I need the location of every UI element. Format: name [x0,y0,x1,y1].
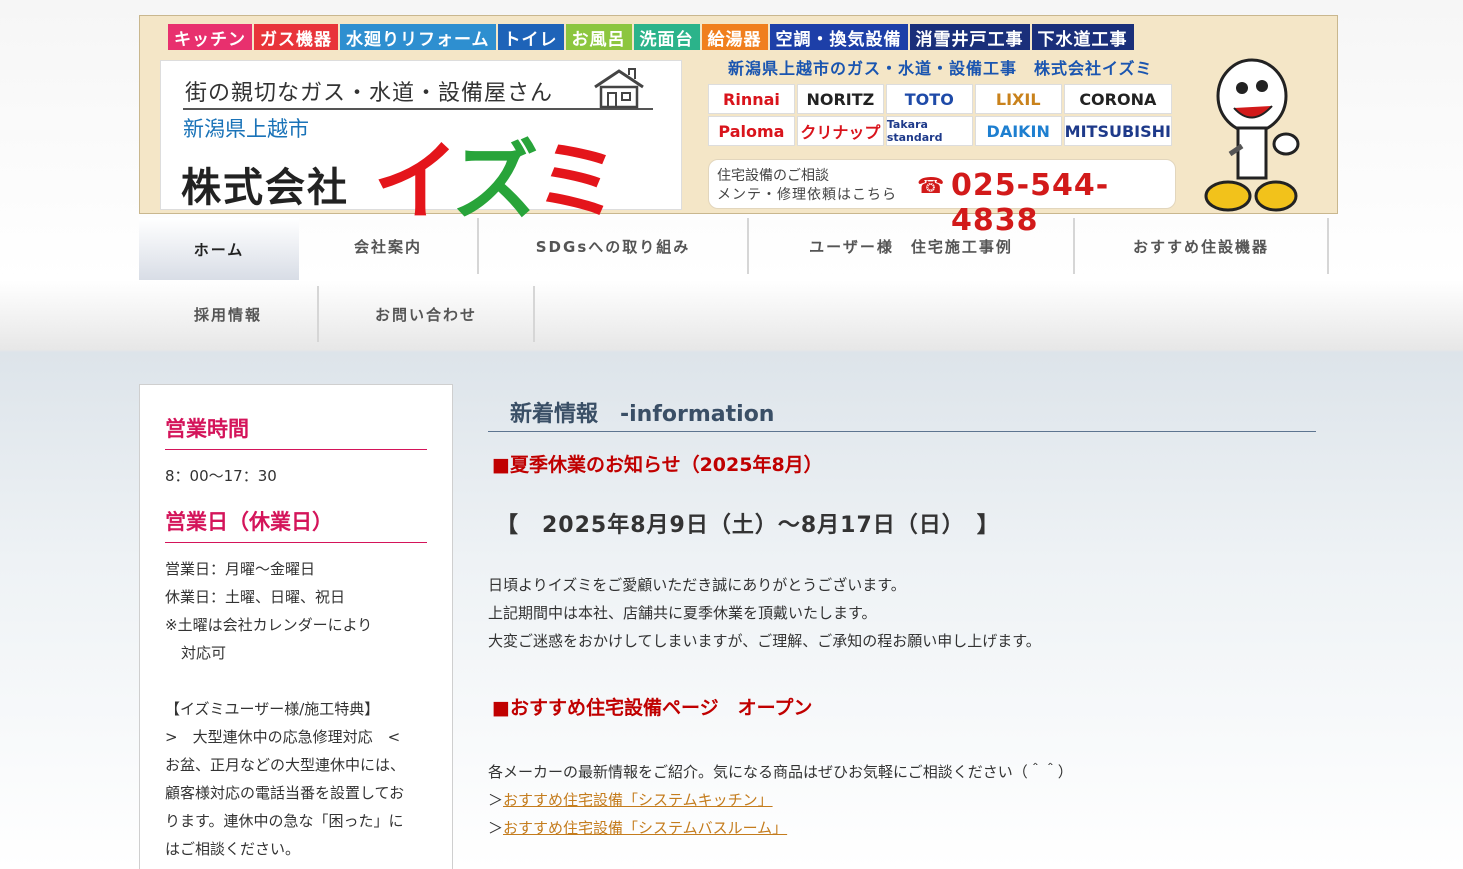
category-link[interactable]: 給湯器 [701,24,768,50]
nav-item[interactable]: 採用情報 [139,286,319,342]
brand-logo[interactable]: CORONA [1063,84,1172,114]
category-bar: キッチン ガス機器 水廻りリフォーム トイレ お風呂 洗面台 給湯器 空調・換気設備 消雪井戸工… [168,24,1134,50]
hours-heading: 営業時間 [165,413,427,450]
perk-text: ります。連休中の急な「困った」に [165,812,404,830]
perk-text: お盆、正月などの大型連休中には、 [165,756,406,774]
category-link[interactable]: 下水道工事 [1031,24,1134,50]
brand-logo[interactable]: DAIKIN [974,116,1062,146]
news-body: 大変ご迷惑をおかけしてしまいますが、ご理解、ご承知の程お願い申し上げます。 [488,632,1041,650]
link-row: ＞おすすめ住宅設備「システムバスルーム」 [488,819,788,837]
nav-item[interactable]: お問い合わせ [319,286,535,342]
category-link[interactable]: お風呂 [565,24,632,50]
saturday-note-cont: 対応可 [181,644,227,662]
brand-logo[interactable]: TOTO [885,84,973,114]
contact-box[interactable]: 住宅設備のご相談 メンテ・修理依頼はこちら ☎ 025-544-4838 [708,159,1176,238]
open-days: 営業日：月曜〜金曜日 [165,560,316,578]
category-link[interactable]: 洗面台 [633,24,700,50]
brand-logo[interactable]: MITSUBISHI [1063,116,1172,146]
closed-days: 休業日：土曜、日曜、祝日 [165,588,346,606]
contact-line2: メンテ・修理依頼はこちら [717,187,897,203]
brand-logo[interactable]: NORITZ [796,84,884,114]
phone-icon: ☎ [917,174,945,199]
region-label: 新潟県上越市 [183,117,309,141]
brand-logo[interactable]: LIXIL [974,84,1062,114]
holiday-dates: 【 2025年8月9日（土）〜8月17日（日） 】 [496,513,1000,538]
brand-grid: Rinnai NORITZ TOTO LIXIL CORONA Paloma クリナップ Ta… [708,84,1172,146]
news-body: 各メーカーの最新情報をご紹介。気になる商品はぜひお気軽にご相談ください（＾＾） [488,763,1073,781]
nav-item[interactable]: 会社案内 [299,218,479,274]
banner-subtitle: 新潟県上越市のガス・水道・設備工事 株式会社イズミ [728,59,1153,78]
nav-item[interactable]: SDGsへの取り組み [479,218,749,274]
tagline-divider [183,108,653,110]
brand-logo[interactable]: Rinnai [708,84,795,114]
category-link[interactable]: 水廻りリフォーム [340,24,496,50]
perk-title: 【イズミユーザー様/施工特典】 [165,700,380,718]
nav-item[interactable]: おすすめ住設機器 [1075,218,1329,274]
perk-text: はご相談ください。 [165,840,301,858]
logo-box[interactable]: 街の親切なガス・水道・設備屋さん 新潟県上越市 株式会社 イズミ [160,60,682,232]
category-link[interactable]: キッチン [168,24,252,50]
mascot-icon [1204,58,1300,212]
category-link[interactable]: 消雪井戸工事 [909,24,1030,50]
news-title-equipment: ■おすすめ住宅設備ページ オープン [492,697,813,719]
sidebar: 営業時間 8：00〜17：30 営業日（休業日） 営業日：月曜〜金曜日 休業日：… [139,384,453,869]
main-nav-row2: 採用情報 お問い合わせ [139,286,535,342]
link-row: ＞おすすめ住宅設備「システムキッチン」 [488,791,773,809]
main-content: 新着情報 -information ■夏季休業のお知らせ（2025年8月） 【 … [488,396,1316,842]
corp-label: 株式会社 [181,165,349,211]
category-link[interactable]: トイレ [497,24,564,50]
saturday-note: ※土曜は会社カレンダーにより [165,616,373,634]
category-link[interactable]: ガス機器 [254,24,338,50]
house-icon [594,68,644,109]
bathroom-link[interactable]: おすすめ住宅設備「システムバスルーム」 [503,819,787,837]
kitchen-link[interactable]: おすすめ住宅設備「システムキッチン」 [503,791,773,809]
perk-text: 顧客様対応の電話当番を設置してお [165,784,405,802]
contact-line1: 住宅設備のご相談 [717,168,829,184]
hours-text: 8：00〜17：30 [165,467,277,485]
nav-item[interactable]: ユーザー様 住宅施工事例 [749,218,1075,274]
news-heading: 新着情報 -information [488,396,1316,432]
category-link[interactable]: 空調・換気設備 [769,24,908,50]
news-body: 日頃よりイズミをご愛顧いただき誠にありがとうございます。 [488,576,906,594]
brand-logo[interactable]: クリナップ [796,116,884,146]
nav-item[interactable]: ホーム [139,218,299,280]
brand-logo[interactable]: Paloma [708,116,795,146]
days-heading: 営業日（休業日） [165,506,427,543]
header-banner: キッチン ガス機器 水廻りリフォーム トイレ お風呂 洗面台 給湯器 空調・換気設備 消雪井戸工… [139,15,1338,238]
news-body: 上記期間中は本社、店舗共に夏季休業を頂戴いたします。 [488,604,877,622]
main-nav: ホーム 会社案内 SDGsへの取り組み ユーザー様 住宅施工事例 おすすめ住設機器 [139,218,1329,280]
brand-logo[interactable]: Takara standard [885,116,973,146]
tagline: 街の親切なガス・水道・設備屋さん [185,81,554,106]
perk-subtitle: > 大型連休中の応急修理対応 < [165,728,401,746]
news-title-summer: ■夏季休業のお知らせ（2025年8月） [492,454,823,476]
